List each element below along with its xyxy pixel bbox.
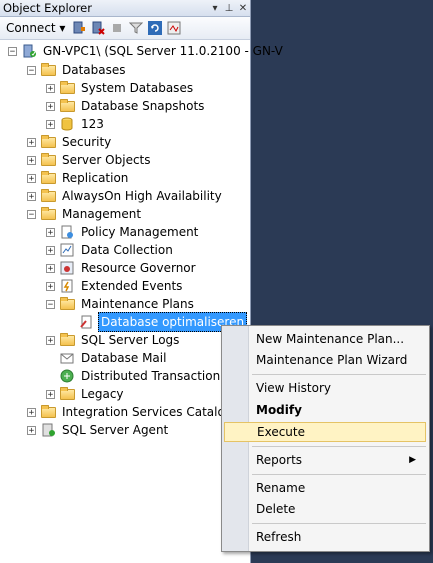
dtc-icon [59,369,75,383]
tree-node-db-123[interactable]: + 123 [46,115,106,133]
maintenance-plan-icon [78,315,94,329]
menu-item-rename[interactable]: Rename [224,478,426,498]
dropdown-icon[interactable]: ▾ [208,3,222,14]
data-collection-icon [59,243,75,257]
extended-events-icon [59,279,75,293]
folder-icon [59,386,75,401]
expand-icon[interactable]: + [27,425,36,435]
tree-node-dtc[interactable]: Distributed Transaction Co [46,367,242,385]
pin-icon[interactable]: ⊥ [222,3,236,14]
expand-icon[interactable]: + [46,227,55,237]
menu-separator [252,446,426,447]
folder-icon [59,332,75,347]
folder-icon [40,206,56,221]
sql-agent-icon [40,423,56,437]
folder-icon [40,170,56,185]
close-icon[interactable]: ✕ [236,3,250,14]
menu-separator [252,474,426,475]
refresh-icon[interactable] [147,20,163,36]
folder-icon [59,296,75,311]
tree-node-security[interactable]: + Security [27,133,113,151]
tree-node-maintenance-plans[interactable]: − Maintenance Plans [46,295,196,313]
expand-icon[interactable]: + [46,119,55,129]
stop-icon[interactable] [109,20,125,36]
menu-item-refresh[interactable]: Refresh [224,527,426,547]
connect-server-icon[interactable] [71,20,87,36]
tree-node-management[interactable]: − Management [27,205,143,223]
database-icon [59,117,75,131]
menu-separator [252,523,426,524]
expand-icon[interactable]: + [46,263,55,273]
reports-label: Reports [256,453,303,467]
filter-icon[interactable] [128,20,144,36]
tree-node-replication[interactable]: + Replication [27,169,130,187]
tree-node-resource-governor[interactable]: + Resource Governor [46,259,198,277]
menu-item-view-history[interactable]: View History [224,378,426,398]
disconnect-icon[interactable] [90,20,106,36]
expand-icon[interactable]: + [27,191,36,201]
expand-icon[interactable]: + [27,137,36,147]
server-label: GN-VPC1\ (SQL Server 11.0.2100 - GN-V [43,44,283,58]
tree-node-database-snapshots[interactable]: + Database Snapshots [46,97,206,115]
menu-item-delete[interactable]: Delete [224,499,426,519]
mail-icon [59,351,75,365]
menu-separator [252,374,426,375]
folder-icon [40,188,56,203]
context-menu: New Maintenance Plan... Maintenance Plan… [221,325,430,552]
folder-icon [40,404,56,419]
tree-node-server[interactable]: − GN-VPC1\ (SQL Server 11.0.2100 - GN-V [8,42,285,60]
collapse-icon[interactable]: − [8,46,17,56]
collapse-icon[interactable]: − [46,299,55,309]
collapse-icon[interactable]: − [27,209,36,219]
expand-icon[interactable]: + [27,407,36,417]
tree-node-database-mail[interactable]: Database Mail [46,349,168,367]
server-icon [21,44,37,58]
menu-item-execute[interactable]: Execute [224,422,426,442]
tree-node-databases[interactable]: − Databases [27,61,128,79]
expand-icon[interactable]: + [46,245,55,255]
expand-icon[interactable]: + [27,155,36,165]
folder-icon [59,98,75,113]
resource-governor-icon [59,261,75,275]
object-explorer-panel: Object Explorer ▾ ⊥ ✕ Connect ▾ − GN-VPC… [0,0,283,563]
tree-node-policy-management[interactable]: + Policy Management [46,223,200,241]
tree-node-legacy[interactable]: + Legacy [46,385,126,403]
tree-node-sql-agent[interactable]: + SQL Server Agent [27,421,170,439]
explorer-toolbar: Connect ▾ [0,17,250,40]
collapse-icon[interactable]: − [27,65,36,75]
tree-node-integration-catalogs[interactable]: + Integration Services Catalogs [27,403,241,421]
expand-icon[interactable]: + [46,389,55,399]
tree-node-system-databases[interactable]: + System Databases [46,79,195,97]
tree-node-data-collection[interactable]: + Data Collection [46,241,175,259]
tree-node-server-objects[interactable]: + Server Objects [27,151,153,169]
activity-monitor-icon[interactable] [166,20,182,36]
tree-node-alwayson[interactable]: + AlwaysOn High Availability [27,187,224,205]
folder-icon [40,62,56,77]
expand-icon[interactable]: + [46,281,55,291]
expand-icon[interactable]: + [46,83,55,93]
tree-node-plan-selected[interactable]: Database optimaliseren [65,312,248,332]
submenu-arrow-icon: ▶ [409,455,416,465]
tree-node-extended-events[interactable]: + Extended Events [46,277,184,295]
panel-titlebar: Object Explorer ▾ ⊥ ✕ [0,0,250,17]
folder-icon [59,80,75,95]
menu-item-wizard[interactable]: Maintenance Plan Wizard [224,350,426,370]
expand-icon[interactable]: + [27,173,36,183]
expand-icon[interactable]: + [46,101,55,111]
menu-item-modify[interactable]: Modify [224,400,426,420]
menu-item-new-plan[interactable]: New Maintenance Plan... [224,329,426,349]
connect-button[interactable]: Connect ▾ [3,21,68,35]
policy-icon [59,225,75,239]
expand-icon[interactable]: + [46,335,55,345]
folder-icon [40,152,56,167]
folder-icon [40,134,56,149]
tree-node-sql-server-logs[interactable]: + SQL Server Logs [46,331,181,349]
panel-title: Object Explorer [3,1,92,15]
menu-item-reports[interactable]: Reports ▶ [224,450,426,470]
